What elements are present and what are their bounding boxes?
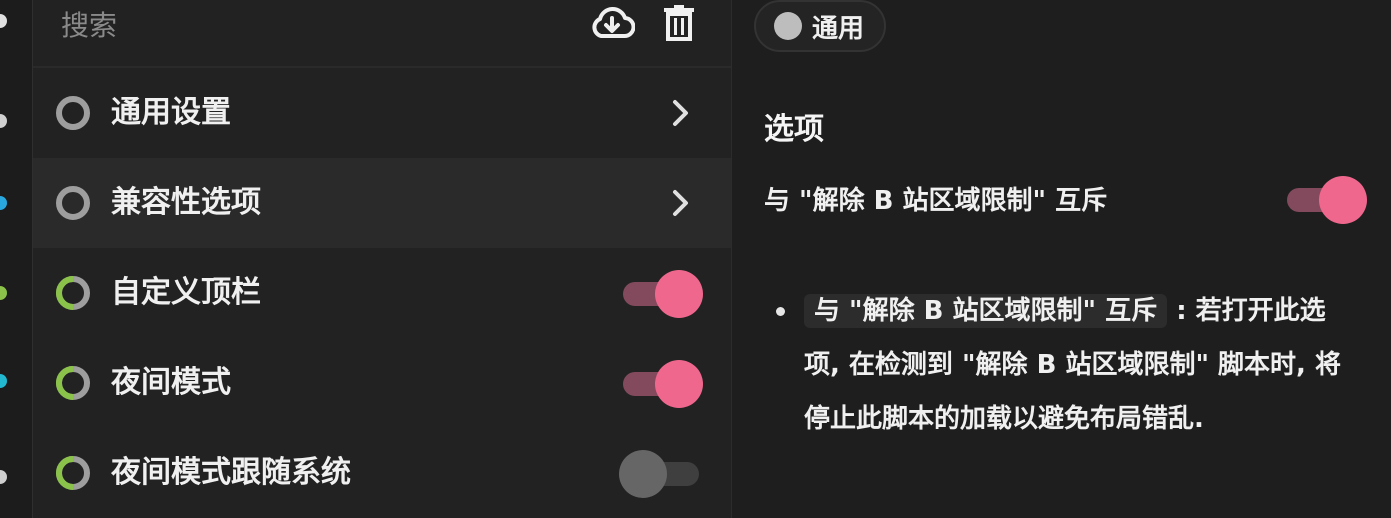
ring-icon [56, 96, 90, 130]
edge-dot-icon [0, 470, 7, 484]
cloud-download-icon[interactable] [589, 2, 635, 44]
sidebar-item-label: 兼容性选项 [111, 185, 261, 220]
sidebar-item-label: 夜间模式跟随系统 [111, 455, 351, 490]
ring-icon [56, 186, 90, 220]
mutex-option-toggle[interactable] [1283, 176, 1367, 224]
chevron-right-icon [673, 100, 688, 126]
edge-dot-icon [0, 286, 7, 300]
edge-dot-icon [0, 14, 7, 28]
trash-icon[interactable] [656, 2, 702, 44]
sidebar-item-dark-mode[interactable]: 夜间模式 [33, 338, 731, 428]
option-label: 与 "解除 B 站区域限制" 互斥 [764, 186, 1108, 216]
chip-dot-icon [774, 12, 802, 40]
sidebar-item-dark-mode-follow-system[interactable]: 夜间模式跟随系统 [33, 428, 731, 518]
sidebar-item-label: 自定义顶栏 [111, 275, 261, 310]
dark-mode-toggle[interactable] [619, 360, 703, 408]
detail-panel: 通用 选项 与 "解除 B 站区域限制" 互斥 与 "解除 B 站区域限制" 互… [732, 0, 1391, 518]
description-text: 与 "解除 B 站区域限制" 互斥 : 若打开此选项, 在检测到 "解除 B 站… [804, 284, 1356, 446]
edge-dot-icon [0, 196, 7, 210]
inline-code: 与 "解除 B 站区域限制" 互斥 [804, 294, 1168, 328]
toggle-knob [655, 360, 703, 408]
edge-dot-icon [0, 114, 7, 128]
chevron-right-icon [673, 190, 688, 216]
toggle-knob [1319, 176, 1367, 224]
ring-partial-icon [56, 276, 90, 310]
search-bar [33, 0, 731, 68]
ring-partial-icon [56, 366, 90, 400]
settings-panel: 通用设置 兼容性选项 自定义顶栏 夜间模式 [33, 0, 732, 518]
sidebar-item-label: 通用设置 [111, 95, 231, 130]
sidebar-item-custom-topbar[interactable]: 自定义顶栏 [33, 248, 731, 338]
ring-partial-icon [56, 456, 90, 490]
sidebar-item-label: 夜间模式 [111, 365, 231, 400]
category-chip[interactable]: 通用 [754, 0, 887, 52]
section-title: 选项 [764, 112, 824, 147]
custom-topbar-toggle[interactable] [619, 270, 703, 318]
sidebar-item-general[interactable]: 通用设置 [33, 68, 731, 158]
dark-mode-follow-system-toggle[interactable] [619, 450, 703, 498]
option-description: 与 "解除 B 站区域限制" 互斥 : 若打开此选项, 在检测到 "解除 B 站… [776, 284, 1356, 446]
toggle-knob [655, 270, 703, 318]
bullet-dot-icon [776, 307, 785, 316]
search-input[interactable] [59, 0, 583, 50]
toggle-knob [619, 450, 667, 498]
chip-label: 通用 [812, 13, 865, 44]
edge-strip [0, 0, 33, 518]
edge-dot-icon [0, 374, 7, 388]
sidebar-item-compatibility[interactable]: 兼容性选项 [33, 158, 731, 248]
